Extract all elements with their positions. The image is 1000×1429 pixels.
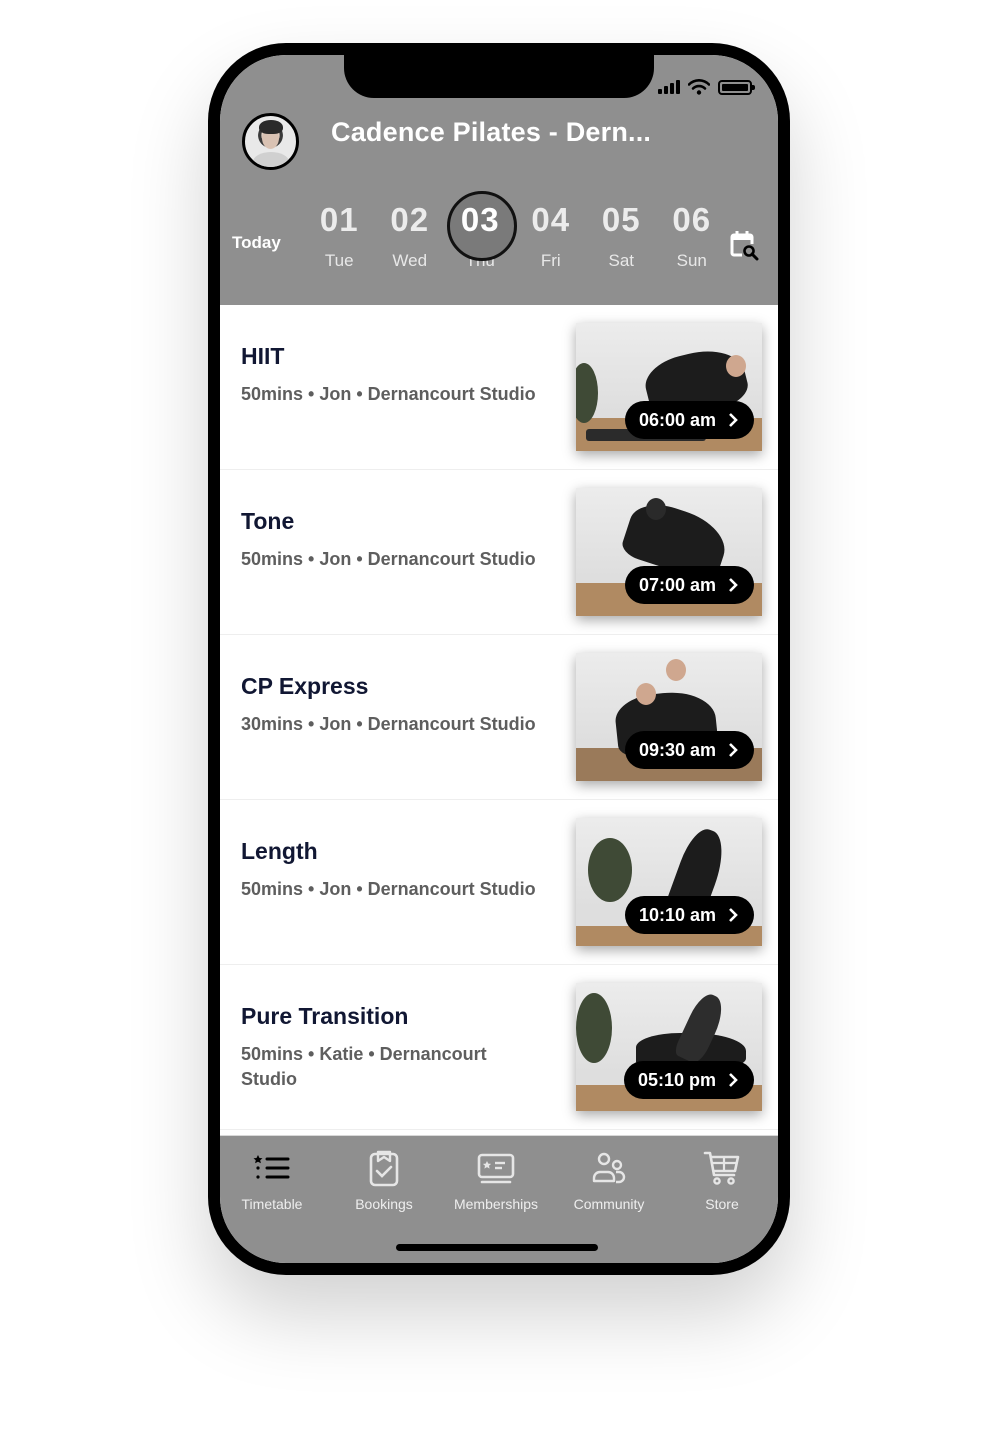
date-weekday: Wed <box>392 251 428 270</box>
class-time: 06:00 am <box>638 409 716 430</box>
date-number: 06 <box>672 201 712 238</box>
class-name: Length <box>241 838 318 864</box>
tab-bookings[interactable]: Bookings <box>328 1148 440 1212</box>
tab-community[interactable]: Community <box>553 1148 665 1212</box>
profile-avatar[interactable] <box>242 113 299 170</box>
class-list: HIIT 50mins • Jon • Dernancourt Studio 0… <box>220 305 778 1130</box>
class-item-cp-express[interactable]: CP Express 30mins • Jon • Dernancourt St… <box>220 635 778 800</box>
class-time: 07:00 am <box>638 574 716 595</box>
class-details: 50mins • Jon • Dernancourt Studio <box>241 549 536 569</box>
class-item-hiit[interactable]: HIIT 50mins • Jon • Dernancourt Studio 0… <box>220 305 778 470</box>
class-time: 10:10 am <box>638 904 716 925</box>
class-thumbnail: 05:10 pm <box>576 983 762 1111</box>
tab-store[interactable]: Store <box>666 1148 778 1212</box>
class-name: HIIT <box>241 343 285 369</box>
date-weekday: Thu <box>465 251 495 270</box>
tab-label: Store <box>705 1196 739 1212</box>
today-button[interactable]: Today <box>232 233 281 253</box>
date-item-05[interactable]: 05 Sat <box>586 193 657 283</box>
chevron-right-icon <box>729 1073 738 1087</box>
class-time-button[interactable]: 09:30 am <box>624 731 754 769</box>
tab-label: Memberships <box>453 1196 539 1212</box>
date-number: 03 <box>460 201 500 238</box>
date-item-03-selected[interactable]: 03 Thu <box>445 191 517 283</box>
class-details: 50mins • Jon • Dernancourt Studio <box>241 879 536 899</box>
timetable-list-icon <box>253 1155 290 1179</box>
tab-label: Community <box>573 1196 645 1212</box>
class-item-length[interactable]: Length 50mins • Jon • Dernancourt Studio… <box>220 800 778 965</box>
membership-card-icon <box>477 1153 515 1184</box>
tab-timetable[interactable]: Timetable <box>220 1148 328 1212</box>
class-name: CP Express <box>241 673 369 699</box>
class-details: 30mins • Jon • Dernancourt Studio <box>241 714 536 734</box>
date-weekday: Fri <box>540 251 561 270</box>
calendar-search-icon[interactable] <box>730 230 760 262</box>
class-thumbnail: 10:10 am <box>576 818 762 946</box>
date-item-06[interactable]: 06 Sun <box>657 193 728 283</box>
class-time-button[interactable]: 07:00 am <box>624 566 754 604</box>
date-weekday: Sun <box>676 251 707 270</box>
chevron-right-icon <box>729 413 738 427</box>
battery-icon <box>718 79 755 95</box>
date-number: 01 <box>319 201 359 238</box>
tab-label: Timetable <box>241 1196 303 1212</box>
class-time-button[interactable]: 05:10 pm <box>623 1061 754 1099</box>
app-screen: Cadence Pilates - Dern... Today 01 Tue 0… <box>220 55 778 1263</box>
tab-memberships[interactable]: Memberships <box>440 1148 552 1212</box>
status-bar <box>658 79 755 95</box>
phone-frame: Cadence Pilates - Dern... Today 01 Tue 0… <box>208 43 790 1275</box>
date-item-02[interactable]: 02 Wed <box>375 193 446 283</box>
class-name: Tone <box>241 508 295 534</box>
shopping-cart-icon <box>703 1151 740 1185</box>
notch <box>344 55 654 98</box>
cellular-signal-icon <box>658 79 680 94</box>
class-time: 05:10 pm <box>637 1069 716 1090</box>
class-details: 50mins • Jon • Dernancourt Studio <box>241 384 536 404</box>
studio-title[interactable]: Cadence Pilates - Dern... <box>331 117 651 148</box>
class-thumbnail: 06:00 am <box>576 323 762 451</box>
bottom-tab-bar: Timetable Bookings Memberships Community… <box>220 1135 778 1263</box>
class-thumbnail: 07:00 am <box>576 488 762 616</box>
home-indicator[interactable] <box>396 1244 598 1251</box>
header: Cadence Pilates - Dern... Today 01 Tue 0… <box>220 55 778 305</box>
class-thumbnail: 09:30 am <box>576 653 762 781</box>
class-name: Pure Transition <box>241 1003 409 1029</box>
class-time-button[interactable]: 06:00 am <box>624 401 754 439</box>
class-time: 09:30 am <box>638 739 716 760</box>
community-people-icon <box>592 1152 626 1184</box>
date-strip: 01 Tue 02 Wed 03 Thu 04 Fri 05 Sat 06 Su… <box>304 191 728 283</box>
class-item-pure-transition[interactable]: Pure Transition 50mins • Katie • Dernanc… <box>220 965 778 1130</box>
date-number: 05 <box>601 201 641 238</box>
chevron-right-icon <box>729 578 738 592</box>
class-details: 50mins • Katie • Dernancourt Studio <box>241 1044 487 1089</box>
class-time-button[interactable]: 10:10 am <box>624 896 754 934</box>
chevron-right-icon <box>729 908 738 922</box>
clipboard-check-icon <box>369 1150 399 1187</box>
date-item-04[interactable]: 04 Fri <box>516 193 587 283</box>
date-weekday: Sat <box>608 251 635 270</box>
date-item-01[interactable]: 01 Tue <box>304 193 375 283</box>
wifi-icon <box>688 79 710 95</box>
date-number: 04 <box>531 201 571 238</box>
tab-label: Bookings <box>355 1196 413 1212</box>
class-item-tone[interactable]: Tone 50mins • Jon • Dernancourt Studio 0… <box>220 470 778 635</box>
chevron-right-icon <box>729 743 738 757</box>
date-number: 02 <box>390 201 430 238</box>
date-weekday: Tue <box>324 251 354 270</box>
